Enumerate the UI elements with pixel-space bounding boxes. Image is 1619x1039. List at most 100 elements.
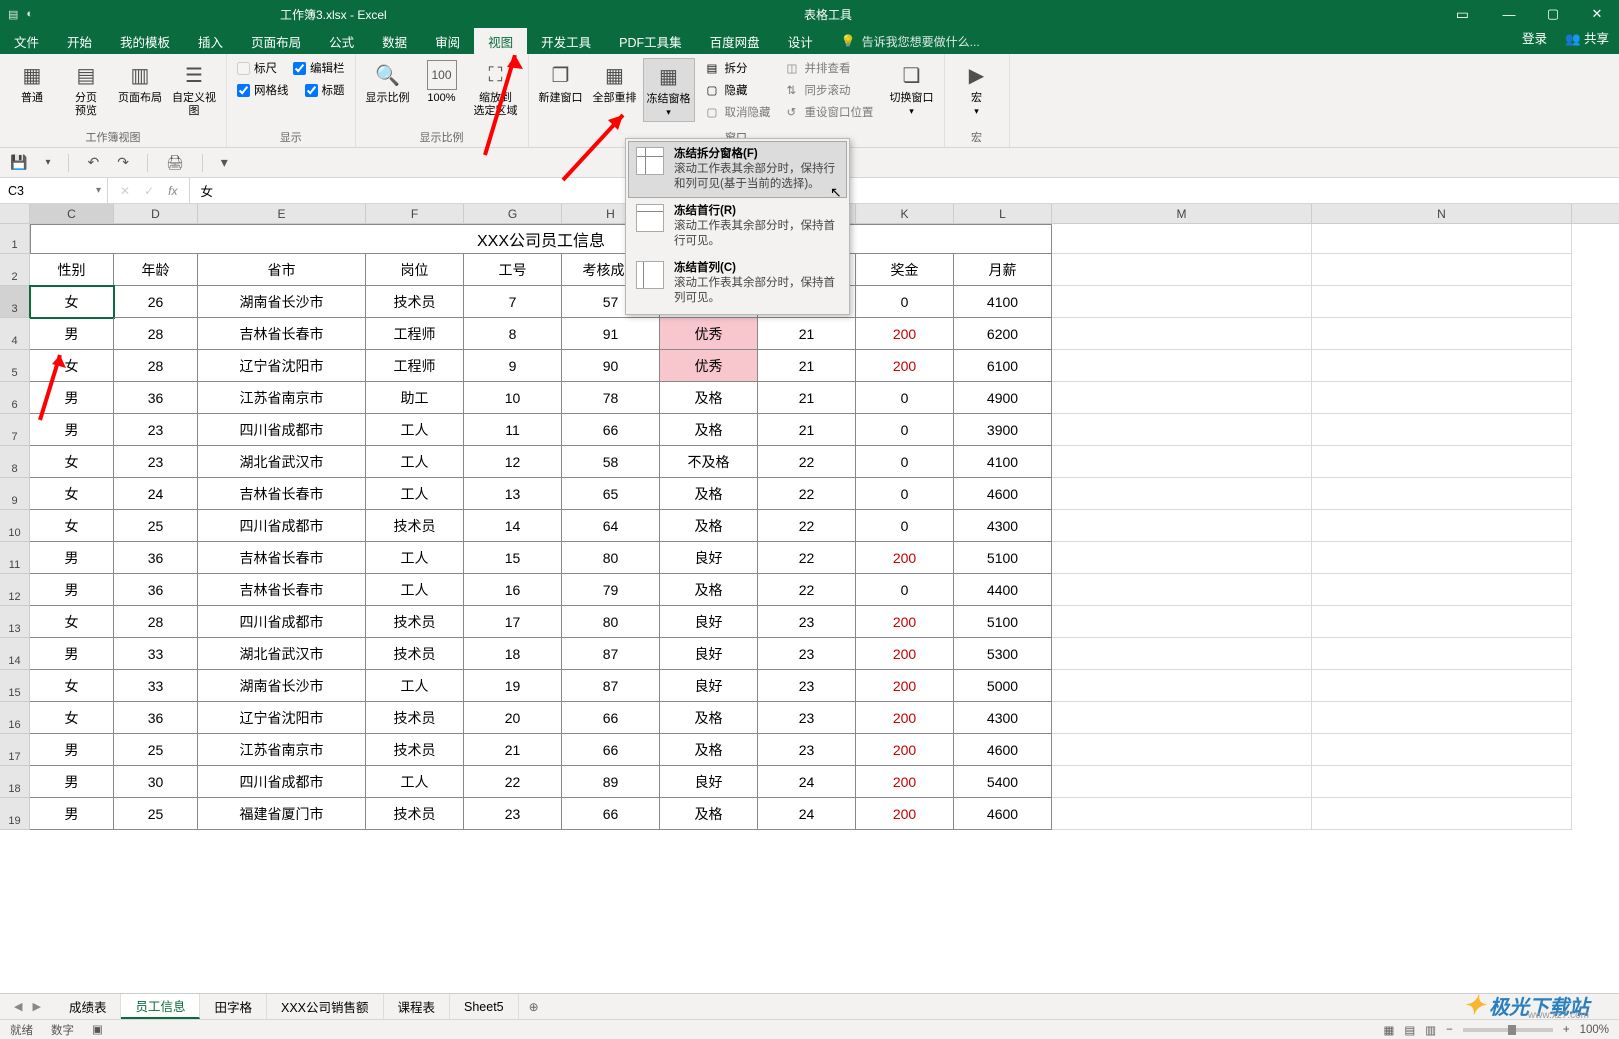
cell[interactable]: 女	[30, 286, 114, 318]
cell[interactable]: 四川省成都市	[198, 766, 366, 798]
cell[interactable]: 22	[758, 510, 856, 542]
cell[interactable]: 工人	[366, 574, 464, 606]
sheet-tab-员工信息[interactable]: 员工信息	[121, 994, 200, 1019]
cell[interactable]: 24	[758, 798, 856, 830]
cell[interactable]	[1312, 224, 1572, 254]
cell[interactable]: 28	[114, 318, 198, 350]
cell[interactable]: 6100	[954, 350, 1052, 382]
cell[interactable]: 0	[856, 414, 954, 446]
cell[interactable]: 工人	[366, 670, 464, 702]
tell-me-search[interactable]: 💡告诉我您想要做什么...	[841, 28, 980, 54]
cell[interactable]: 25	[114, 510, 198, 542]
cell[interactable]: 12	[464, 446, 562, 478]
cell[interactable]: 4600	[954, 478, 1052, 510]
ruler-checkbox[interactable]: 标尺	[233, 58, 281, 78]
cell[interactable]: 良好	[660, 638, 758, 670]
cell[interactable]: 及格	[660, 702, 758, 734]
column-header-D[interactable]: D	[114, 204, 198, 223]
qat-dropdown-icon[interactable]: ▾	[45, 157, 50, 168]
formula-input[interactable]: 女	[190, 178, 1619, 203]
cell[interactable]: 女	[30, 702, 114, 734]
cell[interactable]	[1312, 318, 1572, 350]
cell[interactable]: 16	[464, 574, 562, 606]
cell[interactable]: 工程师	[366, 350, 464, 382]
cell[interactable]: 男	[30, 766, 114, 798]
cell[interactable]: 湖北省武汉市	[198, 446, 366, 478]
row-header[interactable]: 4	[0, 318, 30, 350]
cell[interactable]: 女	[30, 510, 114, 542]
close-button[interactable]: ✕	[1575, 0, 1619, 28]
cell[interactable]: 四川省成都市	[198, 414, 366, 446]
cell[interactable]: 吉林省长春市	[198, 478, 366, 510]
view-normal-icon[interactable]: ▦	[1384, 1023, 1395, 1037]
cell[interactable]: 200	[856, 350, 954, 382]
cell[interactable]: 工程师	[366, 318, 464, 350]
new-sheet-button[interactable]: ⊕	[519, 994, 549, 1019]
cell[interactable]: 25	[114, 734, 198, 766]
fx-icon[interactable]: fx	[168, 184, 177, 198]
row-header[interactable]: 11	[0, 542, 30, 574]
cell[interactable]	[1312, 638, 1572, 670]
cell[interactable]	[1312, 350, 1572, 382]
cell[interactable]: 技术员	[366, 734, 464, 766]
cell[interactable]: 女	[30, 670, 114, 702]
macros-button[interactable]: ▶宏▾	[951, 58, 1003, 120]
row-header[interactable]: 15	[0, 670, 30, 702]
cell[interactable]	[1052, 286, 1312, 318]
cell[interactable]: 不及格	[660, 446, 758, 478]
cell[interactable]: 技术员	[366, 798, 464, 830]
cell[interactable]: 0	[856, 510, 954, 542]
cell[interactable]: 4100	[954, 286, 1052, 318]
cell[interactable]: 男	[30, 414, 114, 446]
column-header-M[interactable]: M	[1052, 204, 1312, 223]
cell[interactable]: 技术员	[366, 702, 464, 734]
cell[interactable]: 200	[856, 766, 954, 798]
cell[interactable]: 200	[856, 638, 954, 670]
cell[interactable]	[1052, 734, 1312, 766]
cell[interactable]: 男	[30, 798, 114, 830]
cell[interactable]: 助工	[366, 382, 464, 414]
sheet-tab-Sheet5[interactable]: Sheet5	[450, 994, 519, 1019]
cell[interactable]: 工人	[366, 414, 464, 446]
page-layout-button[interactable]: ▥页面布局	[114, 58, 166, 107]
cell[interactable]	[1052, 446, 1312, 478]
normal-view-button[interactable]: ▦普通	[6, 58, 58, 107]
column-header-G[interactable]: G	[464, 204, 562, 223]
cell[interactable]	[1312, 766, 1572, 798]
cell[interactable]: 0	[856, 574, 954, 606]
cell[interactable]: 0	[856, 286, 954, 318]
cell[interactable]: 24	[114, 478, 198, 510]
row-header[interactable]: 19	[0, 798, 30, 830]
cell[interactable]: 0	[856, 446, 954, 478]
cell[interactable]: 4300	[954, 702, 1052, 734]
zoom-selection-button[interactable]: ⛶缩放到 选定区域	[470, 58, 522, 120]
login-link[interactable]: 登录	[1522, 28, 1547, 47]
cell[interactable]	[1052, 478, 1312, 510]
cell[interactable]: 4600	[954, 798, 1052, 830]
cell[interactable]: 奖金	[856, 254, 954, 286]
tab-设计[interactable]: 设计	[774, 28, 827, 54]
sheet-nav-buttons[interactable]: ◀▶	[0, 994, 55, 1019]
cell[interactable]: 良好	[660, 766, 758, 798]
row-header[interactable]: 17	[0, 734, 30, 766]
print-icon[interactable]: 🖨	[166, 154, 184, 171]
cell[interactable]: 22	[758, 446, 856, 478]
cell[interactable]: 200	[856, 670, 954, 702]
cell[interactable]	[1312, 478, 1572, 510]
custom-views-button[interactable]: ☰自定义视图	[168, 58, 220, 120]
row-header[interactable]: 10	[0, 510, 30, 542]
cell[interactable]	[1052, 510, 1312, 542]
cell[interactable]: 21	[758, 414, 856, 446]
cell[interactable]	[1052, 670, 1312, 702]
cell[interactable]: 58	[562, 446, 660, 478]
cell[interactable]: 湖南省长沙市	[198, 286, 366, 318]
cell[interactable]: 及格	[660, 510, 758, 542]
cell[interactable]: 4300	[954, 510, 1052, 542]
cell[interactable]: 80	[562, 606, 660, 638]
cell[interactable]	[1052, 224, 1312, 254]
sync-scroll-button[interactable]: ⇅同步滚动	[783, 80, 878, 100]
cell[interactable]: 月薪	[954, 254, 1052, 286]
cell[interactable]	[1052, 350, 1312, 382]
cell[interactable]: 0	[856, 478, 954, 510]
cell[interactable]	[1312, 702, 1572, 734]
